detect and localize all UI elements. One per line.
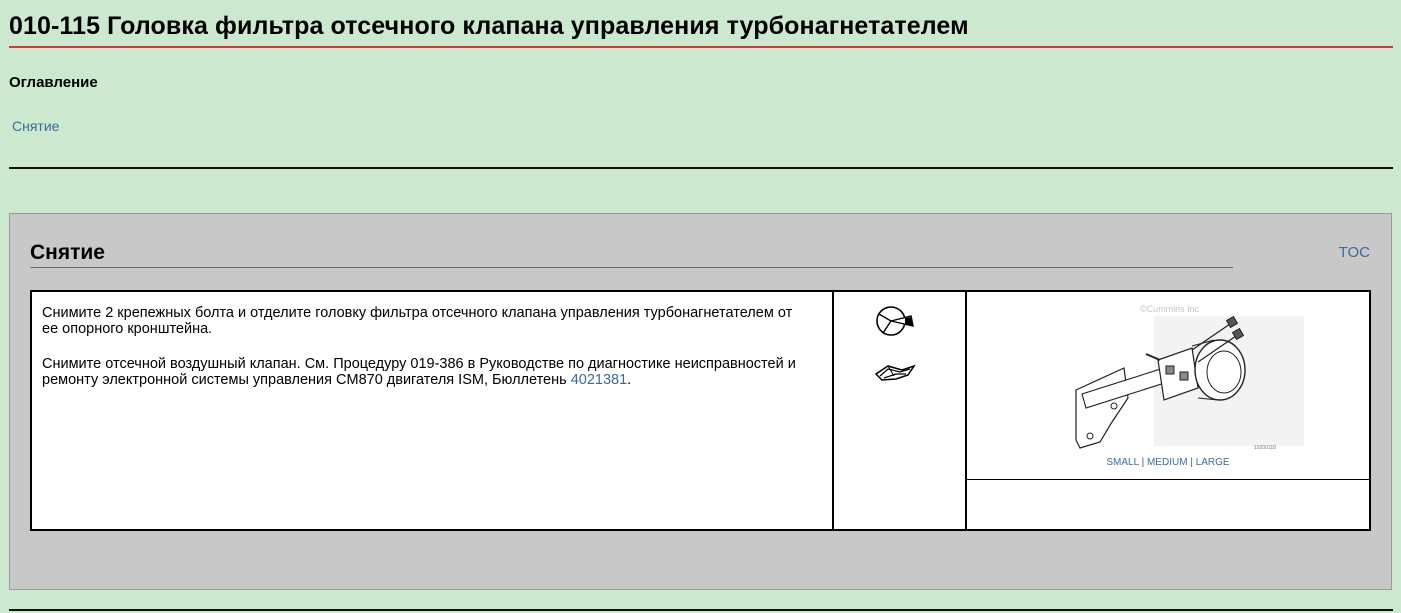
- instruction-step-2-text: Снимите отсечной воздушный клапан. См. П…: [42, 356, 796, 388]
- instruction-text: Снимите 2 крепежных болта и отделите гол…: [42, 305, 802, 407]
- toc-back-link[interactable]: TOC: [1339, 244, 1370, 261]
- size-separator: |: [1190, 457, 1193, 468]
- illustration-cell: ©Cummins Inc 10200118 SMALL | MEDIUM | L…: [967, 292, 1369, 529]
- figure-id: 10200118: [1254, 445, 1276, 451]
- icon-cell: [834, 292, 967, 529]
- instruction-cell: Снимите 2 крепежных болта и отделите гол…: [32, 292, 834, 529]
- bulletin-link[interactable]: 4021381: [571, 372, 627, 388]
- toc-divider: [9, 167, 1393, 169]
- manual-icon: [874, 364, 916, 381]
- remove-icon: [876, 306, 914, 336]
- page-title: 010-115 Головка фильтра отсечного клапан…: [9, 12, 969, 40]
- watermark-text: ©Cummins Inc: [1140, 304, 1200, 314]
- toc-link-removal[interactable]: Снятие: [12, 118, 59, 134]
- bottom-divider: [9, 609, 1393, 611]
- filter-head-illustration: ©Cummins Inc 10200118: [1075, 304, 1304, 451]
- size-separator: |: [1141, 457, 1145, 468]
- instruction-step-2-end: .: [627, 372, 632, 388]
- size-small-link[interactable]: SMALL: [1106, 457, 1138, 468]
- instruction-step-2: Снимите отсечной воздушный клапан. См. П…: [42, 356, 802, 388]
- illustration-panel: ©Cummins Inc 10200118 SMALL | MEDIUM | L…: [967, 292, 1369, 480]
- section-title-rule: [30, 267, 1233, 268]
- size-large-link[interactable]: LARGE: [1196, 457, 1230, 468]
- title-divider: [9, 46, 1393, 48]
- procedure-table: Снимите 2 крепежных болта и отделите гол…: [30, 290, 1371, 531]
- image-size-links: SMALL | MEDIUM | LARGE: [967, 457, 1369, 468]
- toc-heading: Оглавление: [9, 74, 98, 91]
- instruction-step-1: Снимите 2 крепежных болта и отделите гол…: [42, 305, 793, 337]
- section-title: Снятие: [30, 241, 105, 264]
- size-medium-link[interactable]: MEDIUM: [1147, 457, 1188, 468]
- removal-section: Снятие TOC Снимите 2 крепежных болта и о…: [9, 213, 1392, 590]
